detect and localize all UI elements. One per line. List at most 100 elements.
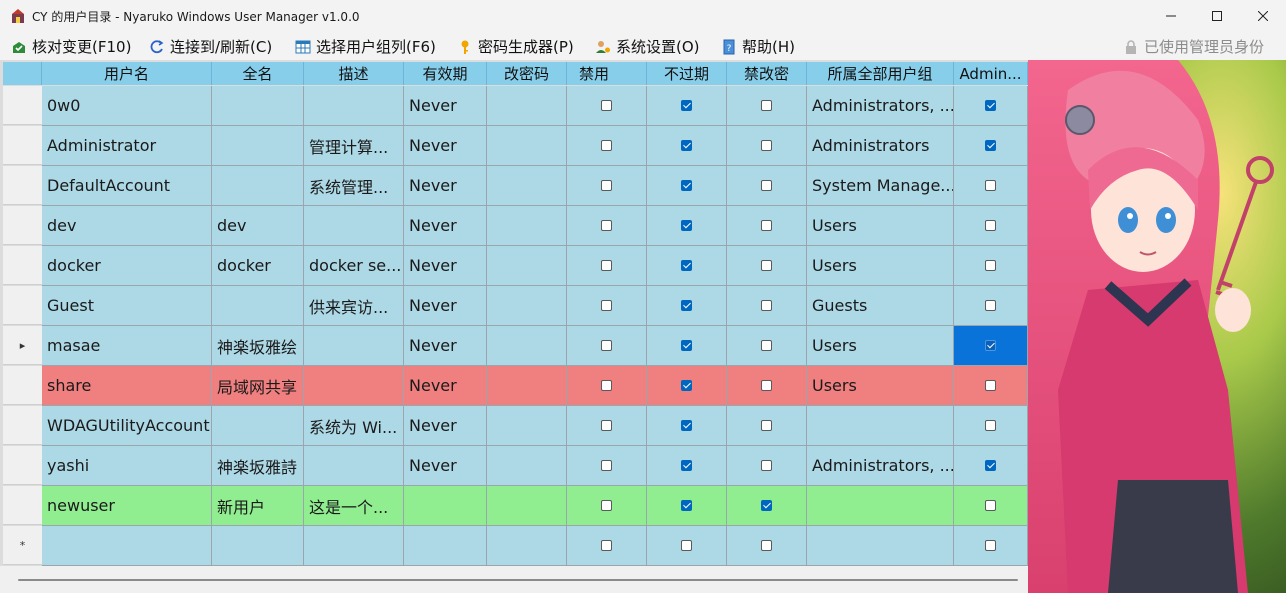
table-row[interactable]: DefaultAccount 系统管理... Never System Manage.… [0,166,1028,206]
checkbox[interactable] [985,500,996,511]
checkbox[interactable] [761,420,772,431]
cell-no-expire[interactable] [647,246,727,285]
cell-expiry[interactable] [404,486,487,525]
cell-expiry[interactable]: Never [404,326,487,365]
cell-no-expire[interactable] [647,366,727,405]
cell-admin[interactable] [954,406,1028,445]
cell-groups[interactable]: Users [807,326,954,365]
table-row[interactable]: docker docker docker se... Never Users [0,246,1028,286]
checkbox[interactable] [681,140,692,151]
cell-admin[interactable] [954,486,1028,525]
header-description[interactable]: 描述 [304,62,404,85]
header-corner[interactable] [3,62,42,85]
checkbox[interactable] [985,260,996,271]
row-header[interactable] [3,366,42,405]
cell-fullname[interactable]: 神楽坂雅詩 [212,446,304,485]
checkbox[interactable] [761,340,772,351]
cell-disabled[interactable] [567,206,647,245]
cell-fullname[interactable] [212,86,304,125]
row-header[interactable] [3,206,42,245]
header-fullname[interactable]: 全名 [212,62,304,85]
table-row[interactable]: Guest 供来宾访... Never Guests [0,286,1028,326]
cell-groups[interactable] [807,526,954,565]
cell-groups[interactable]: Guests [807,286,954,325]
cell-disabled[interactable] [567,446,647,485]
checkbox[interactable] [601,140,612,151]
cell-username[interactable]: Administrator [42,126,212,165]
checkbox[interactable] [601,220,612,231]
checkbox[interactable] [601,100,612,111]
cell-no-change-password[interactable] [727,486,807,525]
cell-description[interactable]: 系统为 Wi... [304,406,404,445]
cell-admin[interactable] [954,246,1028,285]
cell-expiry[interactable]: Never [404,86,487,125]
menu-select-columns[interactable]: 选择用户组列(F6) [294,33,436,60]
cell-fullname[interactable] [212,126,304,165]
checkbox[interactable] [681,300,692,311]
cell-description[interactable] [304,206,404,245]
table-row[interactable]: * [0,526,1028,566]
cell-admin[interactable] [954,166,1028,205]
row-header[interactable]: ▸ [3,326,42,365]
cell-change-password[interactable] [487,406,567,445]
checkbox[interactable] [761,180,772,191]
cell-admin[interactable] [954,86,1028,125]
cell-description[interactable]: 供来宾访... [304,286,404,325]
checkbox[interactable] [601,500,612,511]
cell-username[interactable]: docker [42,246,212,285]
checkbox[interactable] [681,540,692,551]
cell-fullname[interactable]: docker [212,246,304,285]
checkbox[interactable] [985,420,996,431]
cell-change-password[interactable] [487,246,567,285]
cell-disabled[interactable] [567,526,647,565]
menu-password-generator[interactable]: 密码生成器(P) [456,33,574,60]
checkbox[interactable] [681,340,692,351]
checkbox[interactable] [601,380,612,391]
cell-expiry[interactable]: Never [404,366,487,405]
menu-check-changes[interactable]: 核对变更(F10) [10,33,131,60]
cell-no-change-password[interactable] [727,166,807,205]
row-header[interactable] [3,86,42,125]
cell-username[interactable]: share [42,366,212,405]
header-change-password[interactable]: 改密码 [487,62,567,85]
header-groups[interactable]: 所属全部用户组 [807,62,954,85]
checkbox[interactable] [601,260,612,271]
checkbox[interactable] [985,340,996,351]
cell-username[interactable]: DefaultAccount [42,166,212,205]
cell-change-password[interactable] [487,326,567,365]
cell-change-password[interactable] [487,366,567,405]
checkbox[interactable] [985,540,996,551]
header-username[interactable]: 用户名 [42,62,212,85]
checkbox[interactable] [761,500,772,511]
cell-expiry[interactable]: Never [404,406,487,445]
checkbox[interactable] [761,100,772,111]
cell-no-expire[interactable] [647,486,727,525]
horizontal-scrollbar[interactable] [0,566,1028,593]
header-admin[interactable]: Admin... [954,62,1028,85]
cell-username[interactable]: masae [42,326,212,365]
checkbox[interactable] [601,460,612,471]
cell-no-change-password[interactable] [727,206,807,245]
cell-description[interactable] [304,526,404,565]
cell-expiry[interactable]: Never [404,446,487,485]
cell-no-change-password[interactable] [727,126,807,165]
cell-groups[interactable]: Administrators, ... [807,86,954,125]
cell-disabled[interactable] [567,166,647,205]
cell-change-password[interactable] [487,126,567,165]
cell-no-expire[interactable] [647,526,727,565]
cell-fullname[interactable] [212,166,304,205]
cell-change-password[interactable] [487,526,567,565]
row-header[interactable] [3,286,42,325]
cell-groups[interactable]: Users [807,206,954,245]
table-row[interactable]: yashi 神楽坂雅詩 Never Administrators, ... [0,446,1028,486]
row-header[interactable] [3,126,42,165]
cell-groups[interactable]: Users [807,366,954,405]
cell-fullname[interactable] [212,526,304,565]
cell-change-password[interactable] [487,446,567,485]
cell-no-change-password[interactable] [727,366,807,405]
menu-system-settings[interactable]: 系统设置(O) [594,33,700,60]
checkbox[interactable] [681,500,692,511]
row-header[interactable] [3,166,42,205]
table-row[interactable]: Administrator 管理计算... Never Administrators [0,126,1028,166]
cell-change-password[interactable] [487,86,567,125]
